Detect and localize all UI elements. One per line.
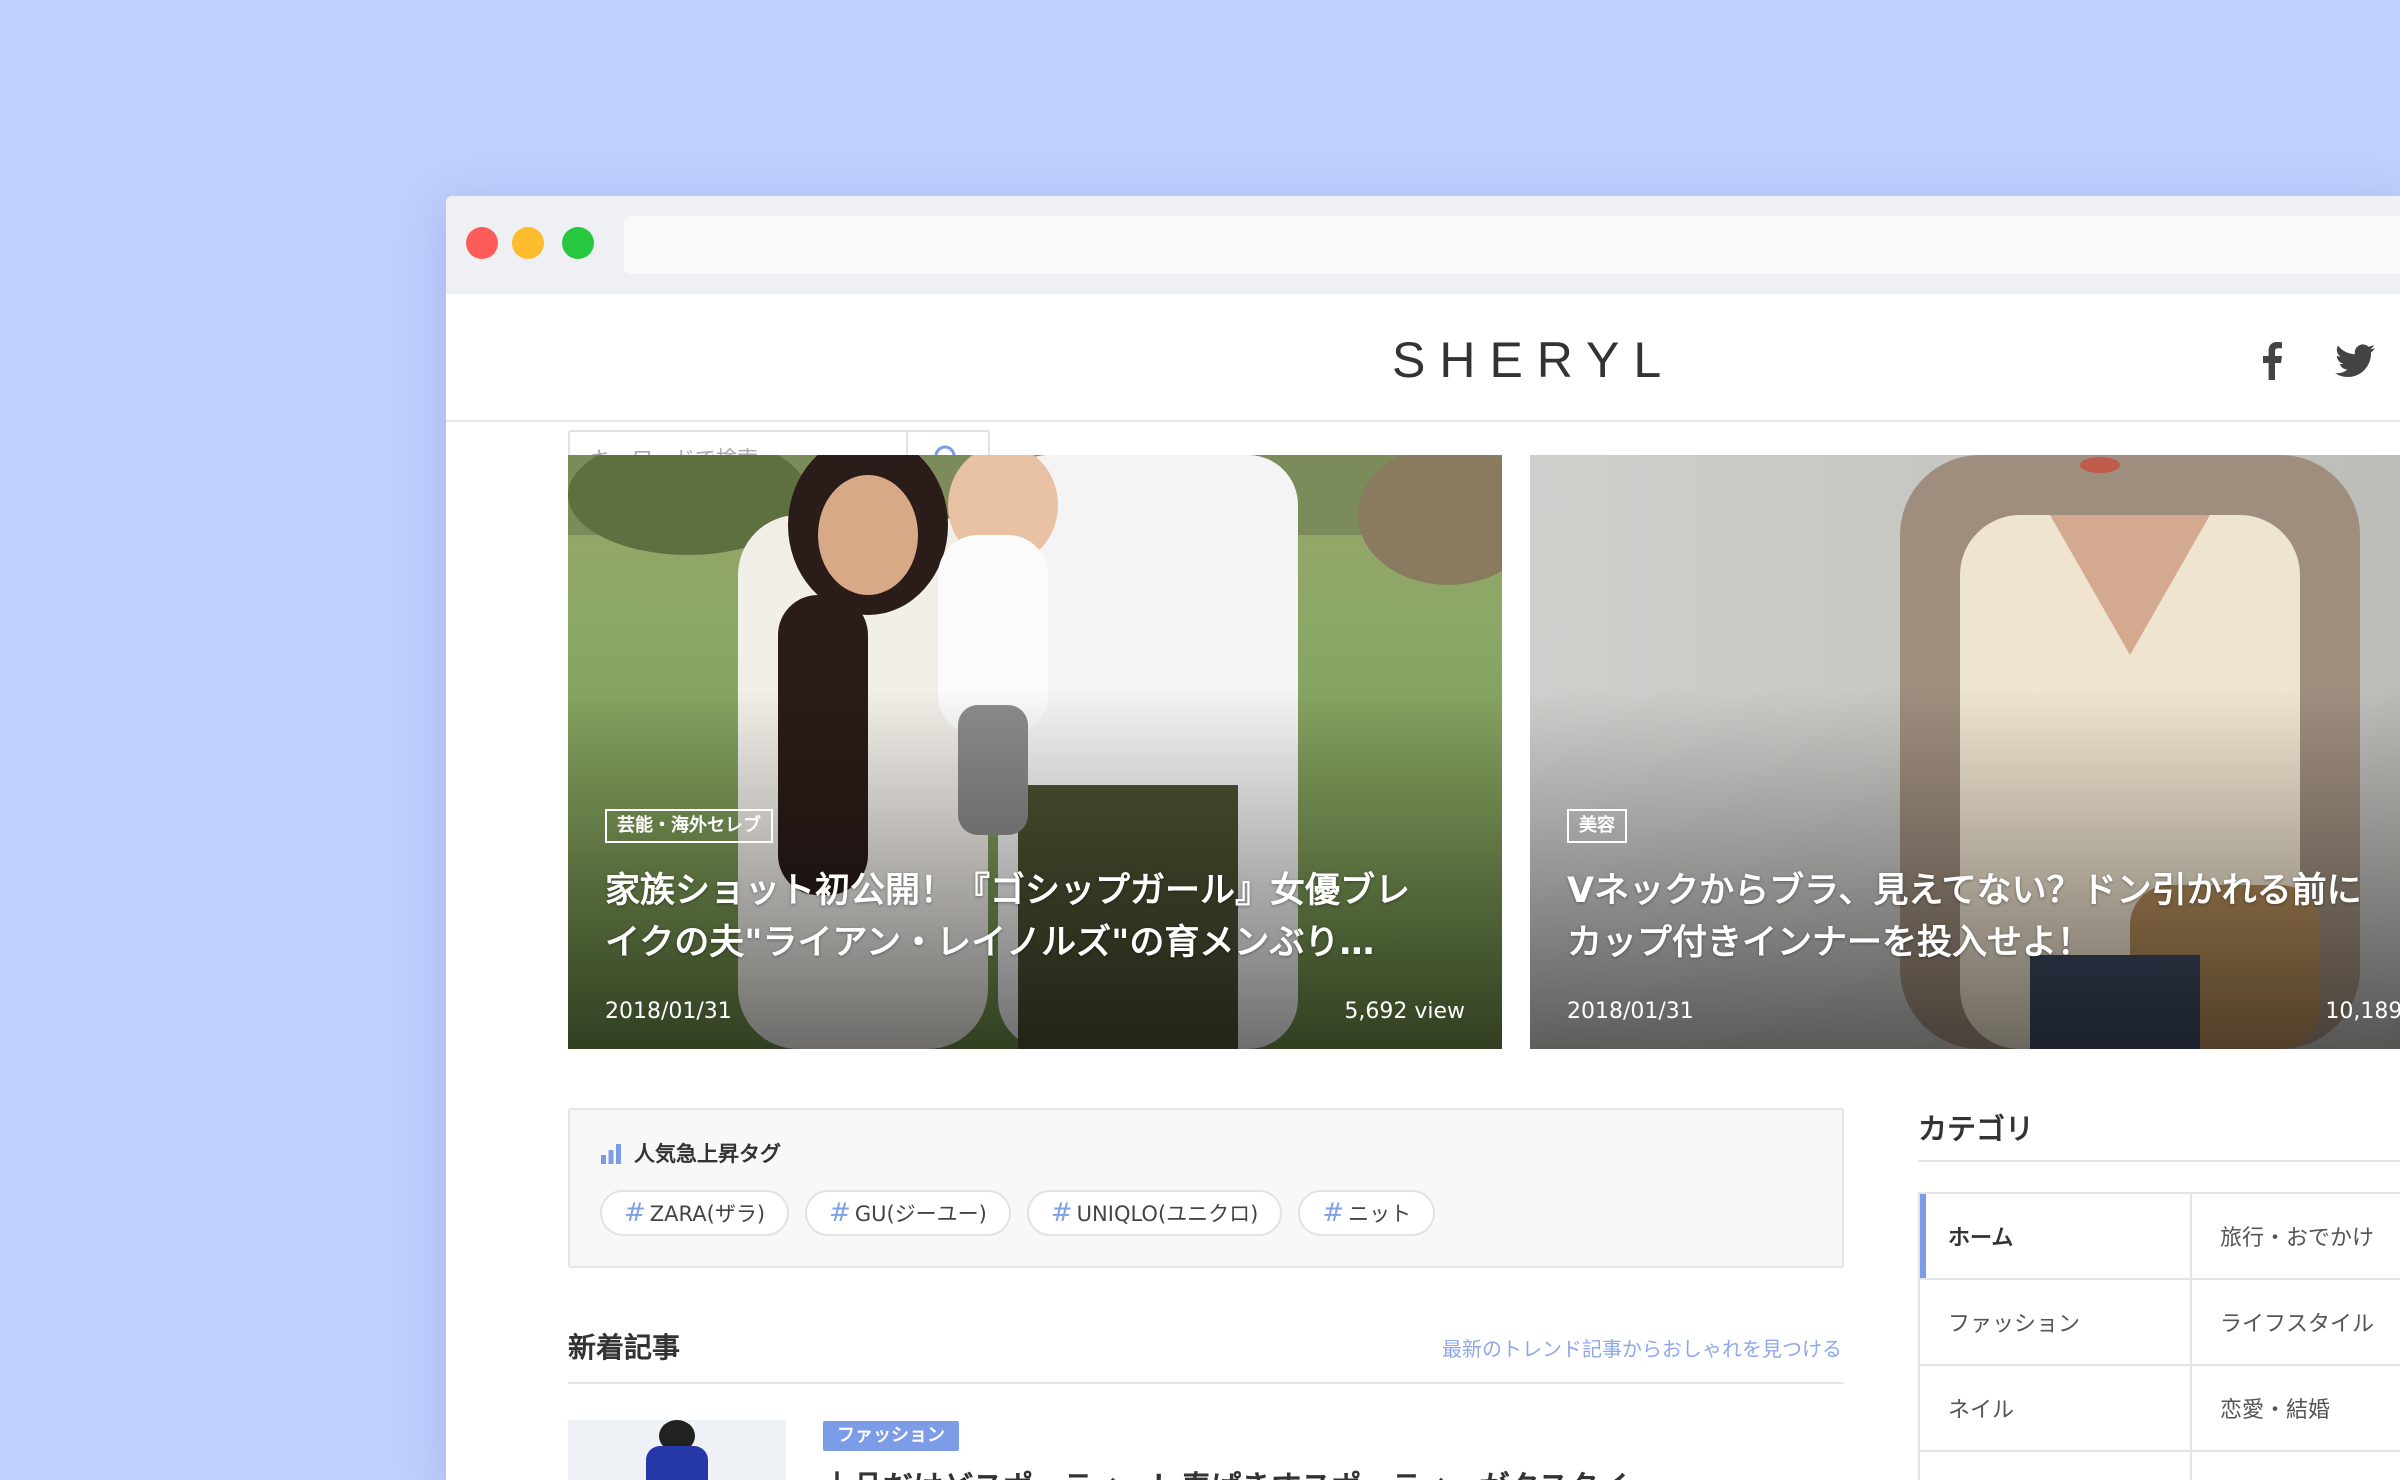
- divider: [568, 1382, 1844, 1384]
- title-bar: [446, 196, 2400, 294]
- category-nail[interactable]: ネイル: [1920, 1366, 2192, 1452]
- category-home[interactable]: ホーム: [1920, 1194, 2192, 1280]
- tag-label: UNIQLO(ユニクロ): [1076, 1202, 1259, 1226]
- tag-zara[interactable]: # ZARA(ザラ): [600, 1190, 790, 1236]
- hero-view-count: 5,692 view: [1344, 999, 1465, 1024]
- hero-view-count: 10,189 view: [2325, 999, 2400, 1024]
- hero-title[interactable]: Vネックからブラ、見えてない？ドン引かれる前に カップ付きインナーを投入せよ！: [1567, 865, 2400, 969]
- tag-label: ZARA(ザラ): [649, 1202, 766, 1226]
- trending-heading-text: 人気急上昇タグ: [634, 1142, 781, 1166]
- maximize-window-button[interactable]: [562, 227, 594, 259]
- close-window-button[interactable]: [466, 227, 498, 259]
- category-lifestyle[interactable]: ライフスタイル: [2192, 1280, 2400, 1366]
- twitter-link[interactable]: [2330, 336, 2380, 386]
- hero-category-tag[interactable]: 芸能・海外セレブ: [605, 809, 773, 843]
- category-heading: カテゴリ: [1918, 1112, 2035, 1146]
- new-articles-link[interactable]: 最新のトレンド記事からおしゃれを見つける: [1384, 1333, 1842, 1362]
- tag-uniqlo[interactable]: # UNIQLO(ユニクロ): [1026, 1190, 1283, 1236]
- facebook-link[interactable]: [2252, 336, 2292, 386]
- hero-title-line: イクの夫"ライアン・レイノルズ"の育メンぶり…: [605, 923, 1375, 963]
- facebook-icon: [2263, 342, 2282, 380]
- new-articles-heading: 新着記事: [568, 1331, 681, 1364]
- category-item[interactable]: [1920, 1452, 2192, 1480]
- category-love-marriage[interactable]: 恋愛・結婚: [2192, 1366, 2400, 1452]
- category-fashion[interactable]: ファッション: [1920, 1280, 2192, 1366]
- minimize-window-button[interactable]: [512, 227, 544, 259]
- twitter-icon: [2335, 344, 2375, 377]
- tag-label: ニット: [1348, 1202, 1412, 1226]
- hero-article-card[interactable]: 美容 Vネックからブラ、見えてない？ドン引かれる前に カップ付きインナーを投入せ…: [1530, 455, 2400, 1049]
- hero-article-card[interactable]: 芸能・海外セレブ 家族ショット初公開！『ゴシップガール』女優ブレ イクの夫"ライ…: [568, 455, 1502, 1049]
- bar-chart-icon: [601, 1144, 621, 1164]
- article-photo: [568, 1420, 786, 1480]
- hero-date: 2018/01/31: [1567, 999, 1694, 1024]
- hashtag-icon: #: [624, 1198, 646, 1228]
- hero-title-line: Vネックからブラ、見えてない？ドン引かれる前に: [1567, 871, 2362, 911]
- hero-title-line: 家族ショット初公開！『ゴシップガール』女優ブレ: [605, 871, 1411, 911]
- tag-gu[interactable]: # GU(ジーユー): [805, 1190, 1011, 1236]
- trending-tags-box: 人気急上昇タグ # ZARA(ザラ) # GU(ジーユー) # UNIQLO(ユニクロ…: [568, 1108, 1844, 1268]
- article-title[interactable]: 上品だけどスポーティー！春ぱきすスポーティーがクスタイ: [823, 1462, 1843, 1480]
- hero-category-tag[interactable]: 美容: [1567, 809, 1627, 843]
- tag-knit[interactable]: # ニット: [1298, 1190, 1436, 1236]
- site-logo[interactable]: SHERYL: [1392, 328, 1752, 392]
- hero-title[interactable]: 家族ショット初公開！『ゴシップガール』女優ブレ イクの夫"ライアン・レイノルズ"…: [605, 865, 1465, 969]
- hashtag-icon: #: [829, 1198, 851, 1228]
- hashtag-icon: #: [1322, 1198, 1345, 1228]
- hashtag-icon: #: [1050, 1198, 1073, 1228]
- article-category-badge[interactable]: ファッション: [823, 1421, 959, 1451]
- trending-heading: 人気急上昇タグ: [600, 1138, 781, 1168]
- category-item[interactable]: [2192, 1452, 2400, 1480]
- divider: [1918, 1160, 2400, 1162]
- address-bar[interactable]: [624, 216, 2400, 274]
- category-travel[interactable]: 旅行・おでかけ: [2192, 1194, 2400, 1280]
- category-grid: ホーム 旅行・おでかけ ファッション ライフスタイル ネイル 恋愛・結婚: [1918, 1192, 2400, 1480]
- tag-label: GU(ジーユー): [854, 1202, 987, 1226]
- trending-tag-list: # ZARA(ザラ) # GU(ジーユー) # UNIQLO(ユニクロ) # ニット: [600, 1190, 1436, 1236]
- hero-date: 2018/01/31: [605, 999, 732, 1024]
- hero-title-line: カップ付きインナーを投入せよ！: [1567, 923, 2093, 963]
- article-thumbnail[interactable]: [568, 1420, 786, 1480]
